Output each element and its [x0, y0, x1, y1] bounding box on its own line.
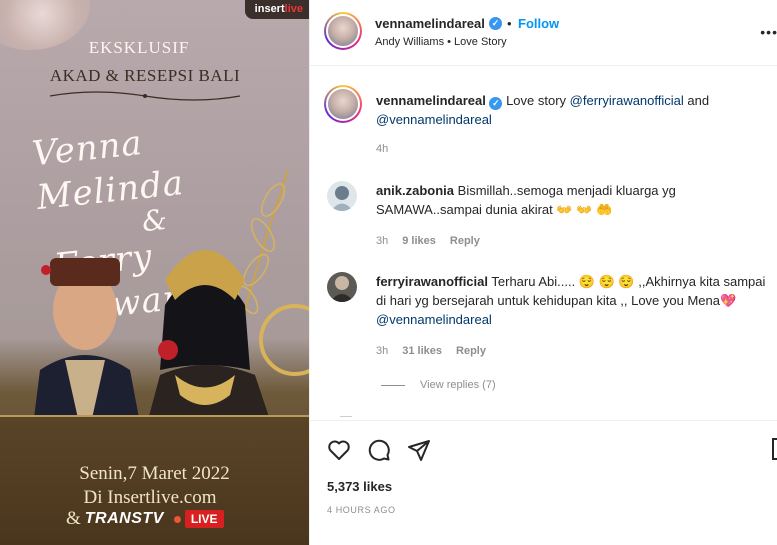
- caption-time[interactable]: 4h: [376, 143, 388, 155]
- reply-button[interactable]: Reply: [456, 345, 486, 357]
- comment-likes[interactable]: 31 likes: [402, 345, 442, 357]
- live-badge: LIVE: [184, 510, 224, 528]
- comment-icon[interactable]: [367, 438, 391, 462]
- more-options-icon[interactable]: •••: [760, 24, 777, 40]
- share-icon[interactable]: [407, 438, 431, 462]
- mention-link[interactable]: @vennamelindareal: [376, 112, 492, 127]
- comment-meta: 3h 9 likes Reply: [376, 235, 480, 247]
- mention-link[interactable]: @vennamelindareal: [376, 312, 492, 327]
- comment-time[interactable]: 3h: [376, 345, 388, 357]
- scroll-hint: [340, 416, 352, 417]
- poster-heading-exclusive: EKSKLUSIF: [88, 38, 190, 57]
- caption-avatar[interactable]: [324, 85, 362, 123]
- author-username[interactable]: vennamelindareal: [375, 16, 485, 31]
- verified-badge-icon: ✓: [489, 17, 502, 30]
- post-time[interactable]: 4 HOURS AGO: [327, 505, 396, 515]
- comment-meta: 3h 31 likes Reply: [376, 345, 486, 357]
- commenter-avatar[interactable]: [327, 181, 357, 211]
- replies-divider: [381, 385, 405, 386]
- post-panel: vennamelindareal ✓ • Follow Andy William…: [309, 0, 777, 545]
- heart-icon[interactable]: [327, 438, 351, 462]
- verified-badge-icon: ✓: [489, 97, 503, 110]
- avatar-image: [327, 181, 357, 211]
- audio-attribution[interactable]: Andy Williams • Love Story: [375, 36, 507, 48]
- likes-count[interactable]: 5,373 likes: [327, 479, 392, 494]
- caption-username[interactable]: vennamelindareal: [376, 93, 486, 108]
- ornament-divider: [49, 91, 241, 101]
- post-header: vennamelindareal ✓ • Follow Andy William…: [310, 0, 777, 66]
- mention-link[interactable]: @ferryirawanofficial: [570, 93, 684, 108]
- insertlive-logo: insertlive: [244, 0, 309, 19]
- broadcast-info: & TRANSTV LIVE: [66, 508, 224, 530]
- caption-meta: 4h: [376, 143, 388, 155]
- avatar-image: [327, 272, 357, 302]
- commenter-avatar[interactable]: [327, 272, 357, 302]
- event-site: Di Insertlive.com: [83, 487, 217, 508]
- caption-text: vennamelindareal ✓ Love story @ferryiraw…: [376, 93, 710, 127]
- transtv-logo: TRANSTV: [84, 510, 164, 527]
- poster-heading-event: AKAD & RESEPSI BALI: [49, 66, 241, 85]
- post-image[interactable]: insertlive EKSKLUSIF AKAD & RESEPSI BALI…: [0, 0, 309, 545]
- view-replies-button[interactable]: View replies (7): [420, 379, 496, 391]
- comment-username[interactable]: anik.zabonia: [376, 183, 454, 198]
- separator-dot: •: [507, 16, 512, 31]
- comment-item: anik.zabonia Bismillah..semoga menjadi k…: [376, 181, 761, 219]
- comment-time[interactable]: 3h: [376, 235, 388, 247]
- reply-button[interactable]: Reply: [450, 235, 480, 247]
- comment-username[interactable]: ferryirawanofficial: [376, 274, 488, 289]
- follow-button[interactable]: Follow: [518, 16, 559, 31]
- live-dot-icon: [173, 515, 181, 523]
- comment-item: ferryirawanofficial Terharu Abi..... 😌 😌…: [376, 272, 768, 329]
- comment-likes[interactable]: 9 likes: [402, 235, 436, 247]
- bookmark-icon[interactable]: [772, 438, 777, 460]
- event-date: Senin,7 Maret 2022: [79, 463, 230, 484]
- author-avatar[interactable]: [324, 12, 362, 50]
- couple-photo: [30, 250, 280, 450]
